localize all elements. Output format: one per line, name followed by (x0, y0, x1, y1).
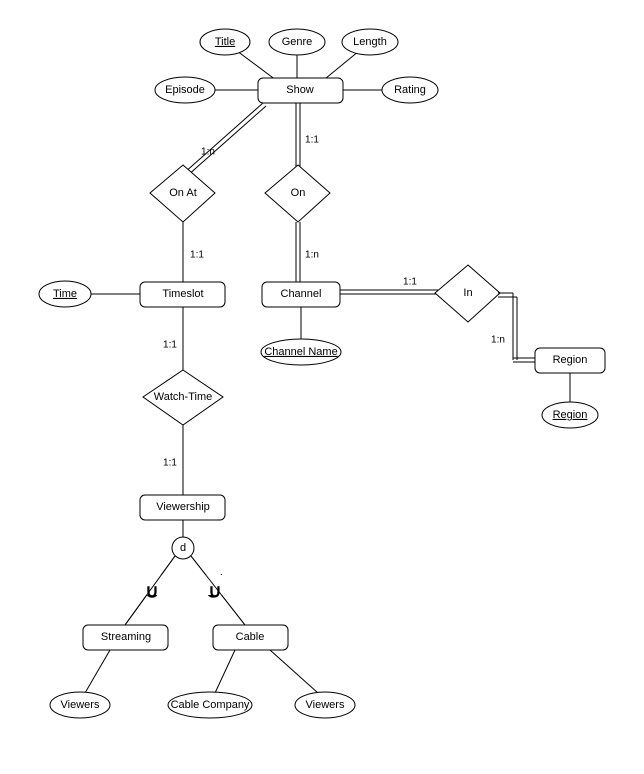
attr-genre-label: Genre (282, 36, 313, 48)
rel-on-label: On (291, 187, 306, 199)
entity-channel-label: Channel (281, 288, 322, 300)
rel-watch-time-label: Watch-Time (154, 391, 212, 403)
er-diagram: Title Genre Length Episode Rating Show 1… (0, 0, 644, 774)
rel-in-label: In (463, 287, 472, 299)
attr-region-label: Region (553, 409, 588, 421)
entity-streaming-label: Streaming (101, 631, 151, 643)
attr-cable-company-label: Cable Company (171, 699, 250, 711)
edge-show-onat-1 (184, 103, 263, 173)
edge-cable-viewers (270, 650, 318, 693)
attr-episode-label: Episode (165, 84, 205, 96)
card-in-region: 1:n (491, 335, 505, 346)
entity-viewership-label: Viewership (156, 501, 210, 513)
rel-on-at-label: On At (169, 187, 197, 199)
attr-rating-label: Rating (394, 84, 426, 96)
card-onat-timeslot: 1:1 (190, 250, 204, 261)
entity-region-label: Region (553, 354, 588, 366)
card-show-on: 1:1 (305, 135, 319, 146)
subset-u-left2: ∪ (145, 581, 158, 601)
edge-cable-company (215, 650, 235, 693)
attr-viewers-cable-label: Viewers (306, 699, 345, 711)
attr-viewers-streaming-label: Viewers (61, 699, 100, 711)
entity-timeslot-label: Timeslot (162, 288, 203, 300)
disjoint-label: d (180, 542, 186, 554)
edge-show-onat-2 (187, 106, 266, 176)
attr-channel-name-label: Channel Name (264, 346, 337, 358)
attr-length-label: Length (353, 36, 387, 48)
attr-time-label: Time (53, 288, 77, 300)
card-channel-in: 1:1 (403, 277, 417, 288)
card-on-channel: 1:n (305, 250, 319, 261)
subset-u-right2: ∪ (208, 581, 221, 601)
entity-show-label: Show (286, 84, 314, 96)
attr-title-label: Title (215, 36, 235, 48)
edge-streaming-viewers (85, 650, 110, 693)
card-timeslot-watchtime: 1:1 (163, 340, 177, 351)
card-show-onat: 1:n (201, 147, 215, 158)
card-watchtime-viewership: 1:1 (163, 458, 177, 469)
entity-cable-label: Cable (236, 631, 265, 643)
